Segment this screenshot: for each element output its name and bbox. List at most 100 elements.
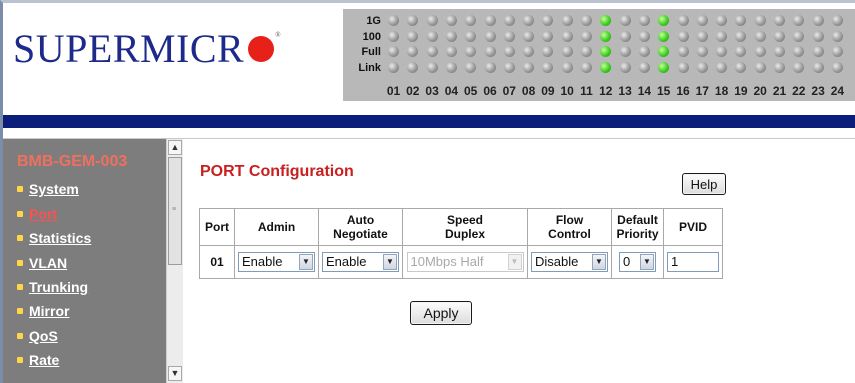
led-indicator-icon	[465, 15, 477, 26]
led-indicator-icon	[754, 46, 766, 57]
column-header-flow-control: Flow Control	[527, 208, 612, 246]
default-priority-cell: 0 ▼	[611, 245, 664, 279]
led-indicator-icon	[542, 46, 554, 57]
sidebar-item-trunking[interactable]: Trunking	[17, 279, 88, 295]
chevron-down-icon[interactable]: ▼	[592, 254, 606, 270]
sidebar-item-label: VLAN	[29, 255, 68, 271]
led-indicator-icon	[619, 46, 631, 57]
led-indicator-icon	[638, 30, 650, 42]
led-indicator-icon	[716, 61, 728, 73]
led-indicator-icon	[793, 46, 805, 57]
led-indicator-icon	[658, 30, 670, 42]
main-content: PORT Configuration Help Port Admin Auto …	[184, 139, 855, 383]
sidebar-item-qos[interactable]: QoS	[17, 328, 58, 344]
led-indicator-icon	[754, 15, 766, 26]
led-indicator-icon	[831, 46, 843, 57]
sidebar-item-label: Rate	[29, 352, 60, 368]
admin-cell: Enable ▼	[234, 245, 319, 279]
auto-negotiate-select[interactable]: Enable ▼	[322, 252, 399, 272]
led-indicator-icon	[484, 61, 496, 73]
led-indicator-icon	[812, 46, 824, 57]
led-indicator-icon	[638, 15, 650, 26]
sidebar-item-system[interactable]: System	[17, 181, 79, 197]
led-indicator-icon	[388, 46, 399, 57]
bullet-icon	[17, 308, 23, 314]
help-button[interactable]: Help	[682, 173, 726, 195]
sidebar-item-statistics[interactable]: Statistics	[17, 230, 91, 246]
led-indicator-icon	[716, 46, 728, 57]
led-indicator-icon	[831, 15, 843, 26]
led-indicator-icon	[735, 61, 747, 73]
header-divider-bar	[3, 115, 855, 128]
led-indicator-icon	[735, 15, 747, 26]
led-indicator-icon	[774, 61, 785, 73]
apply-button[interactable]: Apply	[410, 301, 472, 325]
led-indicator-icon	[426, 46, 438, 57]
sidebar-scrollbar[interactable]: ▲ ≡ ▼	[166, 139, 183, 383]
led-indicator-icon	[812, 15, 824, 26]
led-indicator-icon	[677, 30, 689, 42]
scrollbar-thumb[interactable]: ≡	[168, 157, 182, 265]
sidebar-item-vlan[interactable]: VLAN	[17, 255, 67, 271]
led-indicator-icon	[445, 30, 457, 42]
led-indicator-icon	[523, 46, 535, 57]
led-indicator-icon	[677, 46, 689, 57]
led-row-label: 1G	[366, 15, 381, 27]
led-indicator-icon	[561, 61, 573, 73]
led-indicator-icon	[426, 15, 438, 26]
led-row-label: Link	[358, 61, 381, 74]
led-indicator-icon	[523, 15, 535, 26]
registered-mark: ®	[275, 31, 282, 39]
led-indicator-icon	[542, 30, 554, 42]
port-led-panel: 1G 100 Full Link 01 02 03 04 05 06 07 08 09 10 11 12 13 1…	[343, 9, 855, 101]
chevron-down-icon[interactable]: ▼	[299, 254, 313, 270]
port-number-cell: 01	[199, 245, 235, 279]
header-separator	[3, 128, 855, 139]
led-indicator-icon	[388, 15, 399, 26]
sidebar-item-mirror[interactable]: Mirror	[17, 303, 69, 319]
logo-text: SUPERMICR	[13, 26, 245, 71]
chevron-down-icon[interactable]: ▼	[383, 254, 397, 270]
led-indicator-icon	[600, 46, 612, 57]
pvid-input[interactable]: 1	[667, 252, 719, 272]
led-indicator-icon	[696, 61, 708, 73]
led-indicator-icon	[600, 61, 612, 73]
led-indicator-icon	[735, 46, 747, 57]
chevron-down-icon[interactable]: ▼	[640, 254, 654, 270]
led-indicator-icon	[561, 30, 573, 42]
flow-control-value: Disable	[535, 254, 579, 269]
sidebar-item-port[interactable]: Port	[17, 206, 57, 222]
led-indicator-icon	[445, 61, 457, 73]
page-title: PORT Configuration	[200, 163, 354, 180]
led-indicator-icon	[638, 46, 650, 57]
scroll-down-icon[interactable]: ▼	[168, 366, 182, 381]
led-indicator-icon	[503, 15, 515, 26]
default-priority-select[interactable]: 0 ▼	[619, 252, 656, 272]
led-indicator-icon	[696, 15, 708, 26]
led-indicator-icon	[831, 61, 843, 73]
flow-control-select[interactable]: Disable ▼	[531, 252, 608, 272]
sidebar-item-label: Mirror	[29, 303, 70, 319]
sidebar-item-label: Port	[29, 206, 57, 222]
column-header-admin: Admin	[234, 208, 319, 246]
logo-dot-icon	[248, 36, 275, 62]
led-indicator-icon	[465, 61, 477, 73]
column-header-auto-negotiate: Auto Negotiate	[318, 208, 403, 246]
led-indicator-icon	[445, 15, 457, 26]
speed-duplex-select: 10Mbps Half ▼	[406, 252, 524, 272]
chevron-down-icon: ▼	[507, 254, 522, 270]
scroll-up-icon[interactable]: ▲	[168, 140, 182, 155]
table-row: 01 Enable ▼ Enable ▼ 10Mbps Half ▼ Disable ▼…	[199, 245, 723, 279]
column-header-speed-duplex: Speed Duplex	[402, 208, 528, 246]
led-indicator-icon	[793, 15, 805, 26]
led-indicator-icon	[445, 46, 457, 57]
bullet-icon	[17, 211, 23, 217]
led-indicator-icon	[831, 30, 843, 42]
led-row-label: Full	[361, 46, 381, 58]
led-indicator-icon	[619, 15, 631, 26]
sidebar-item-rate[interactable]: Rate	[17, 352, 59, 368]
admin-select[interactable]: Enable ▼	[238, 252, 315, 272]
led-indicator-icon	[677, 15, 689, 26]
led-indicator-icon	[754, 30, 766, 42]
led-indicator-icon	[581, 46, 592, 57]
